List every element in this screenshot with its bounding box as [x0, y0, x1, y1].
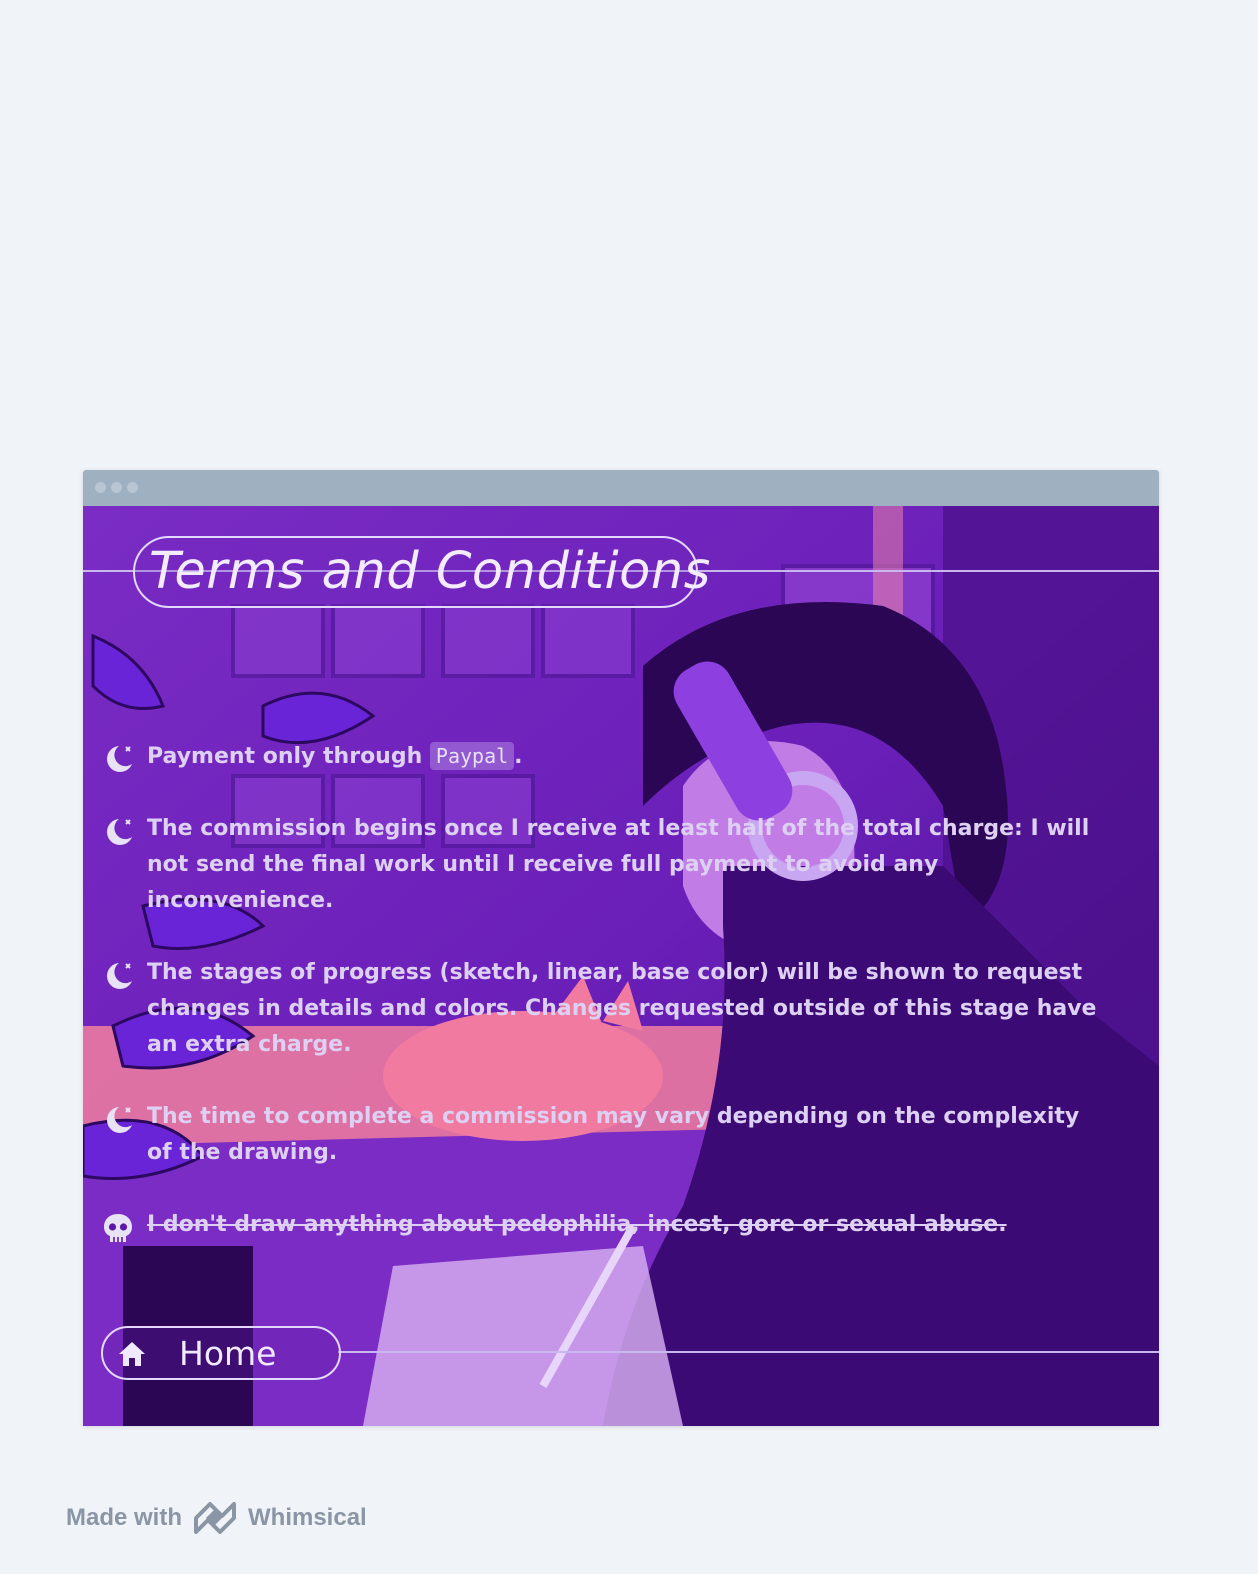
background-illustration: Terms and Conditions Payment only throug… — [83, 506, 1159, 1426]
moon-icon — [107, 963, 132, 989]
whimsical-brand: Whimsical — [248, 1504, 367, 1531]
home-rule — [338, 1351, 1159, 1353]
page-title: Terms and Conditions — [149, 542, 711, 601]
home-icon — [119, 1342, 145, 1366]
terms-list: Payment only through Paypal. The commiss… — [101, 738, 1111, 1279]
term-text-suffix: . — [514, 744, 523, 769]
whimsical-logo-icon — [194, 1502, 237, 1534]
term-text: The stages of progress (sketch, linear, … — [147, 960, 1097, 1057]
window-dot — [111, 482, 122, 493]
list-item: The stages of progress (sketch, linear, … — [101, 955, 1111, 1063]
term-text-strikethrough: I don't draw anything about pedophilia, … — [147, 1212, 1007, 1237]
board-frame: Terms and Conditions Payment only throug… — [83, 470, 1159, 1426]
window-dot — [95, 482, 106, 493]
paypal-code: Paypal — [429, 742, 515, 770]
list-item: The time to complete a commission may va… — [101, 1099, 1111, 1171]
moon-icon — [107, 819, 132, 845]
home-label: Home — [179, 1334, 277, 1373]
window-titlebar — [83, 470, 1159, 506]
skull-icon — [104, 1214, 132, 1242]
term-text: The time to complete a commission may va… — [147, 1104, 1080, 1165]
window-dot — [127, 482, 138, 493]
term-text: Payment only through — [147, 744, 430, 769]
made-with-whimsical[interactable]: Made with Whimsical — [66, 1500, 367, 1536]
made-with-label: Made with — [66, 1504, 183, 1531]
list-item: The commission begins once I receive at … — [101, 811, 1111, 919]
list-item: I don't draw anything about pedophilia, … — [101, 1207, 1111, 1243]
term-text: The commission begins once I receive at … — [147, 816, 1090, 913]
moon-icon — [107, 1107, 132, 1133]
home-button[interactable]: Home — [101, 1326, 341, 1380]
moon-icon — [107, 746, 132, 772]
list-item: Payment only through Paypal. — [101, 738, 1111, 775]
